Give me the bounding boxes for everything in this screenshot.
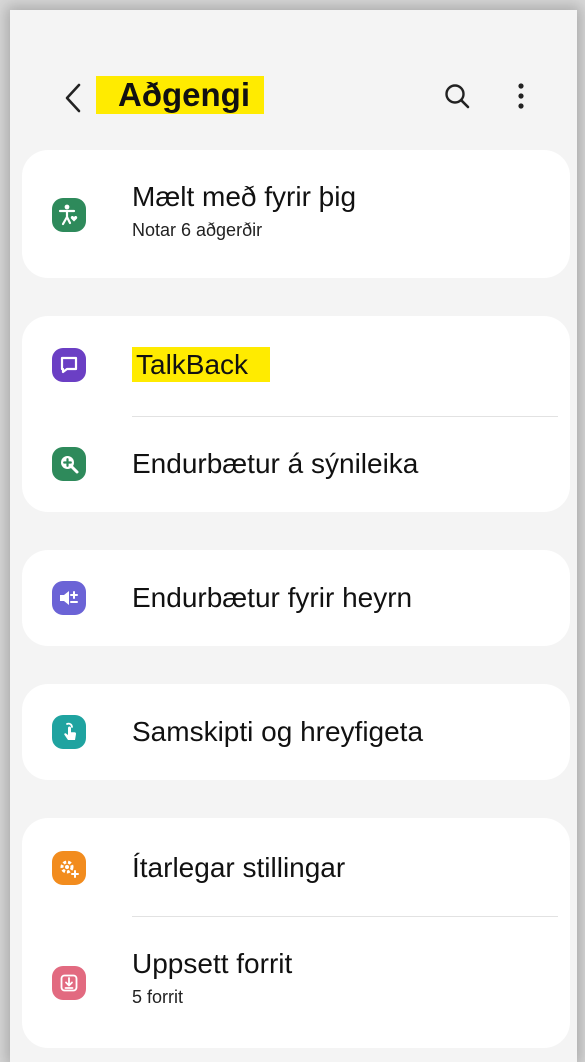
chevron-left-icon (63, 82, 83, 119)
item-advanced-text: Ítarlegar stillingar (132, 851, 345, 885)
app-bar: Aðgengi (10, 10, 577, 160)
more-options-button[interactable] (508, 80, 534, 116)
item-talkback-text: TalkBack (132, 347, 271, 382)
item-installed-title: Uppsett forrit (132, 948, 293, 979)
phone-screen: Aðgengi Mælt með fyrir þig Notar 6 aðger… (10, 10, 577, 1062)
back-button[interactable] (60, 80, 86, 120)
item-talkback[interactable]: TalkBack (22, 316, 570, 416)
touch-hand-icon (52, 715, 86, 749)
item-advanced[interactable]: Ítarlegar stillingar (22, 818, 570, 916)
item-hearing[interactable]: Endurbætur fyrir heyrn (22, 550, 570, 646)
talkback-bubble-icon (52, 348, 86, 382)
item-hearing-title: Endurbætur fyrir heyrn (132, 582, 413, 613)
item-visibility-title: Endurbætur á sýnileika (132, 448, 419, 479)
item-recommended[interactable]: Mælt með fyrir þig Notar 6 aðgerðir (22, 150, 570, 278)
hearing-volume-icon (52, 581, 86, 615)
item-installed-subtitle: 5 forrit (132, 987, 184, 1007)
item-interaction-text: Samskipti og hreyfigeta (132, 715, 423, 749)
search-icon (443, 82, 471, 115)
item-visibility-text: Endurbætur á sýnileika (132, 447, 418, 481)
item-visibility[interactable]: Endurbætur á sýnileika (22, 417, 570, 512)
item-recommended-title: Mælt með fyrir þig (132, 181, 357, 212)
download-app-icon (52, 966, 86, 1000)
card-vision: TalkBack Endurbætur á sýnileika (22, 316, 570, 512)
card-interaction: Samskipti og hreyfigeta (22, 684, 570, 780)
advanced-settings-icon (52, 851, 86, 885)
search-button[interactable] (440, 80, 474, 116)
item-interaction-title: Samskipti og hreyfigeta (132, 716, 424, 747)
card-recommended: Mælt með fyrir þig Notar 6 aðgerðir (22, 150, 570, 278)
item-talkback-title: TalkBack (132, 347, 271, 382)
more-vertical-icon (517, 82, 525, 115)
accessibility-person-icon (52, 198, 86, 232)
item-recommended-text: Mælt með fyrir þig Notar 6 aðgerðir (132, 180, 356, 242)
magnifier-plus-icon (52, 447, 86, 481)
item-interaction[interactable]: Samskipti og hreyfigeta (22, 684, 570, 780)
card-more: Ítarlegar stillingar Uppsett forrit 5 fo… (22, 818, 570, 1048)
item-installed[interactable]: Uppsett forrit 5 forrit (22, 917, 570, 1048)
item-recommended-subtitle: Notar 6 aðgerðir (132, 220, 263, 240)
item-hearing-text: Endurbætur fyrir heyrn (132, 581, 412, 615)
item-installed-text: Uppsett forrit 5 forrit (132, 947, 292, 1009)
card-hearing: Endurbætur fyrir heyrn (22, 550, 570, 646)
page-title: Aðgengi (96, 76, 264, 114)
item-advanced-title: Ítarlegar stillingar (132, 852, 346, 883)
